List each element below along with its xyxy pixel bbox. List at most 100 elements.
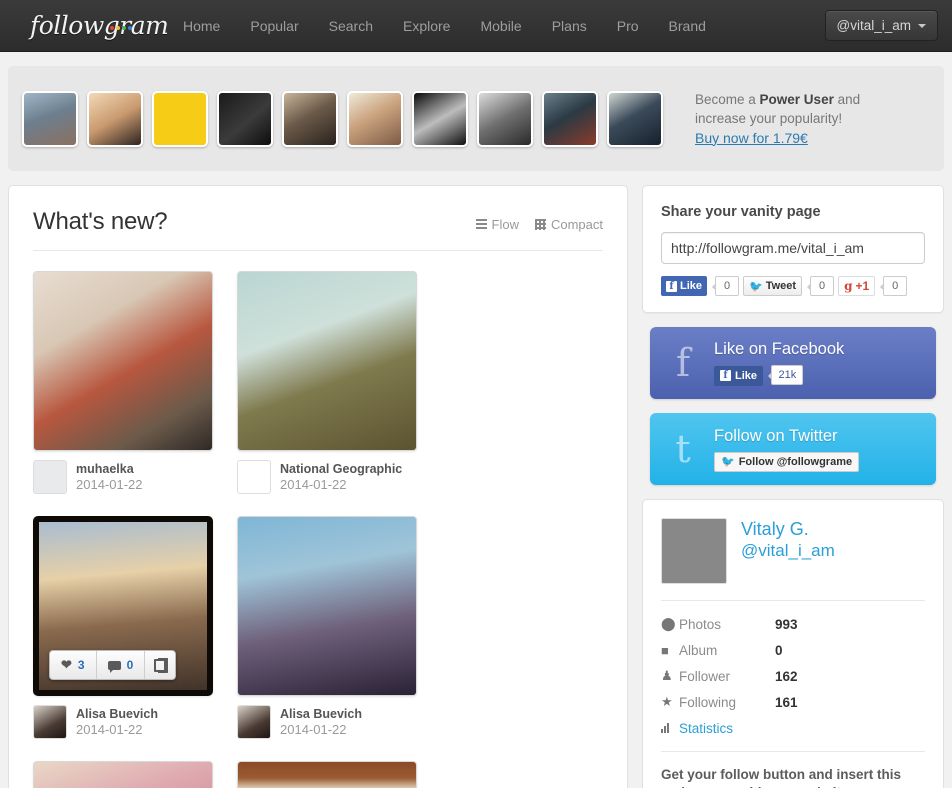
photo-flower-market[interactable] [33,761,213,788]
stat-row-photos: ⬤ Photos 993 [661,611,925,637]
photo-image [238,762,416,788]
avatar[interactable] [661,518,727,584]
feed-item: Alisa Buevich2014-01-22 [33,761,213,788]
brand-logo[interactable]: followgram [0,13,169,38]
photo-bear-sculpture[interactable] [237,271,417,451]
statistics-link[interactable]: Statistics [679,721,733,736]
facebook-glyph-icon: f [675,341,691,385]
list-icon [475,219,487,230]
twitter-follow-button[interactable]: 🐦 Follow @followgrame [714,451,860,472]
promo-thumb-jamaica-yellow-pages[interactable] [152,90,208,147]
comment-count: 0 [126,658,134,672]
profile-stats: ⬤ Photos 993 ■ Album 0 ♟ Follower 162 ★ Following 1… [643,601,943,715]
nav-link-explore[interactable]: Explore [388,0,465,52]
feed-item-username[interactable]: muhaelka [76,461,143,477]
profile-name[interactable]: Vitaly G. [741,518,835,540]
promo-thumb-men-in-car[interactable] [542,90,598,147]
photo-image [34,762,212,788]
stat-row-following: ★ Following 161 [661,689,925,715]
promo-thumb-man-black-white-dark[interactable] [217,90,273,147]
google-plus-count: 0 [880,276,908,296]
feed-item-date: 2014-01-22 [76,477,143,492]
national-geographic-logo[interactable] [237,460,271,494]
profile-handle[interactable]: @vital_i_am [741,540,835,562]
stat-label: Album [679,642,718,658]
chevron-down-icon [918,23,926,28]
stat-row-follower: ♟ Follower 162 [661,663,925,689]
promo-thumb-man-in-suit[interactable] [282,90,338,147]
photo-city-street-sunset[interactable]: ❤ 3 0 [33,516,213,696]
photo-church-behind-fence[interactable] [237,516,417,696]
follow-on-twitter-box[interactable]: t Follow on Twitter 🐦 Follow @followgram… [650,413,936,485]
promo-thumb-woman-bw-leaning[interactable] [477,90,533,147]
feed-item: ❤ 3 0 Alisa Buevich 2014-01-22 [33,516,213,739]
view-flow-button[interactable]: Flow [475,217,519,232]
heart-icon: ❤ [61,657,72,672]
brand-logo-dots [110,26,132,30]
facebook-box-like-label: Like [735,369,758,382]
statistics-link-row[interactable]: Statistics [661,715,925,741]
twitter-box-title: Follow on Twitter [714,426,838,445]
feed-item-username[interactable]: Alisa Buevich [280,706,362,722]
promo-thumbnail-strip [22,90,695,147]
promo-line1-prefix: Become a [695,91,760,107]
feed-item-username[interactable]: Alisa Buevich [76,706,158,722]
promo-thumb-girl-rooftop[interactable] [22,90,78,147]
buy-now-link[interactable]: Buy now for 1.79€ [695,129,808,148]
photo-image [238,517,416,695]
twitter-glyph-icon: t [675,427,691,471]
nav-link-home[interactable]: Home [168,0,235,52]
feed-item-meta: Alisa Buevich 2014-01-22 [33,705,213,739]
promo-thumb-woman-waving[interactable] [607,90,663,147]
google-plus-button[interactable]: g +1 [838,276,876,296]
feed-item-date: 2014-01-22 [280,477,347,492]
nav-link-brand[interactable]: Brand [654,0,721,52]
photo-grid: muhaelka 2014-01-22 National Geographic 201… [33,271,603,788]
facebook-box-like-button[interactable]: f Like [714,365,764,386]
promo-thumb-woman-bw-updo[interactable] [412,90,468,147]
like-on-facebook-box[interactable]: f Like on Facebook f Like 21k [650,327,936,399]
photo-handwritten-note[interactable] [237,761,417,788]
tweet-button[interactable]: 🐦 Tweet [743,276,803,296]
nav-link-search[interactable]: Search [314,0,388,52]
star-icon: ★ [661,694,673,709]
view-compact-button[interactable]: Compact [534,217,603,232]
view-flow-label: Flow [491,217,519,232]
photo-couple-on-sofa[interactable] [33,271,213,451]
stat-value: 162 [775,668,798,684]
facebook-like-count: 0 [712,276,740,296]
promo-banner: Become a Power User and increase your po… [8,66,944,171]
vanity-heading: Share your vanity page [661,204,821,220]
nav-link-popular[interactable]: Popular [235,0,313,52]
default-avatar[interactable] [33,460,67,494]
like-action[interactable]: ❤ 3 [50,651,97,679]
nav-link-pro[interactable]: Pro [602,0,654,52]
promo-line2: increase your popularity! [695,110,843,126]
brand-dot-2 [122,26,126,30]
album-icon: ■ [661,642,669,658]
like-count: 3 [77,658,85,672]
nav-link-plans[interactable]: Plans [537,0,602,52]
feed-item: muhaelka 2014-01-22 [33,271,213,494]
brand-dot-1 [116,26,120,30]
page-body: What's new? Flow Compact muhaelka 2014-01… [8,185,944,788]
user-menu-button[interactable]: @vital_i_am [824,10,938,41]
comment-action[interactable]: 0 [97,651,146,679]
brand-dot-3 [128,26,132,30]
sidebar: Share your vanity page f Like 0 🐦 Tweet … [642,185,944,788]
vanity-url-input[interactable] [661,232,925,264]
photo-action-overlay: ❤ 3 0 [49,650,177,680]
facebook-like-button[interactable]: f Like [661,276,708,296]
stat-value: 0 [775,642,783,658]
alisa-avatar[interactable] [237,705,271,739]
feed-item-meta: muhaelka 2014-01-22 [33,460,213,494]
alisa-avatar[interactable] [33,705,67,739]
stat-label: Following [679,694,737,710]
user-icon: ♟ [661,668,673,683]
promo-thumb-smiling-woman[interactable] [347,90,403,147]
promo-thumb-woman-portrait-warm[interactable] [87,90,143,147]
copy-action[interactable] [145,651,175,679]
nav-link-mobile[interactable]: Mobile [465,0,536,52]
profile-header: Vitaly G. @vital_i_am [643,500,943,584]
feed-item-username[interactable]: National Geographic [280,461,402,477]
